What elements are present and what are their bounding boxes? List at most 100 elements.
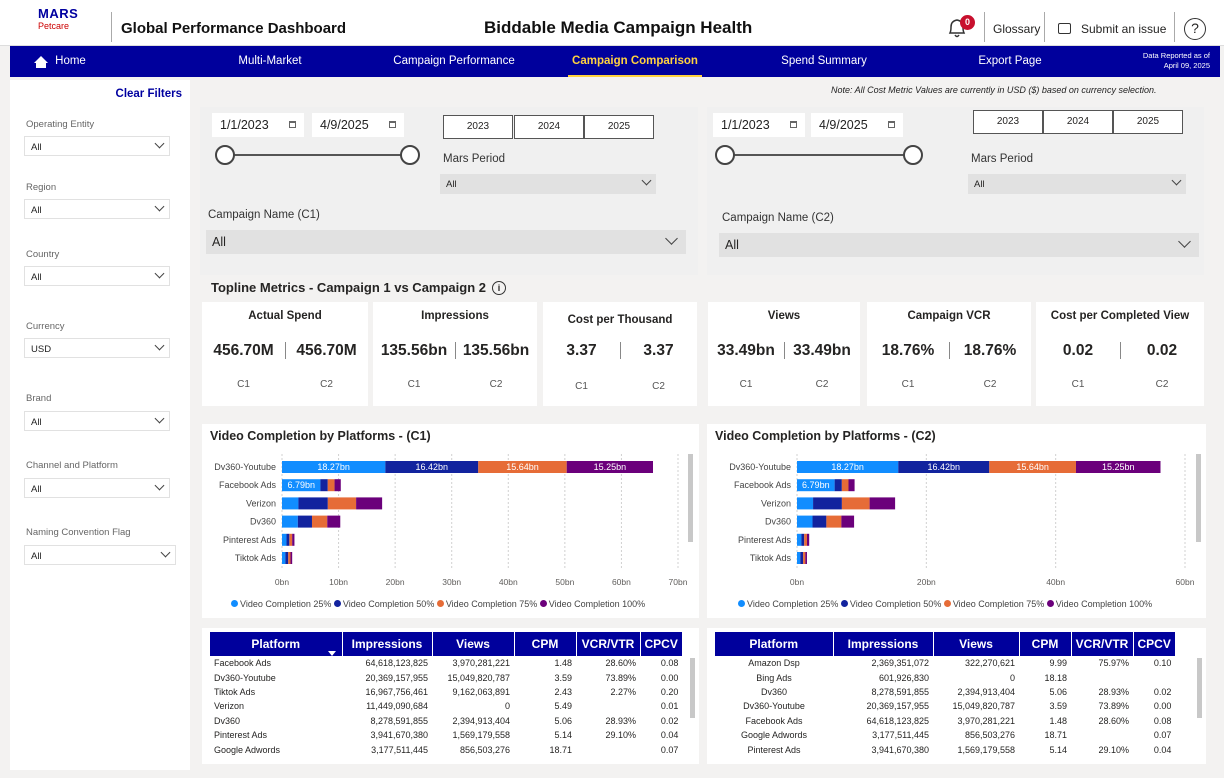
clear-filters-button[interactable]: Clear Filters [116,88,182,100]
campaign-name-label: Campaign Name (C1) [208,209,320,221]
year-2023-button[interactable]: 2023 [973,110,1043,134]
column-header[interactable]: Impressions [342,632,433,656]
date-slider-track[interactable] [725,154,913,156]
column-header[interactable]: Impressions [833,632,934,656]
column-header[interactable]: VCR/VTR [1071,632,1134,656]
table-row[interactable]: Dv360 8,278,591,855 2,394,913,404 5.06 28.93… [210,714,682,728]
table-row[interactable]: Dv360-Youtube 20,369,157,955 15,049,820,78… [210,670,682,684]
chevron-down-icon [1178,235,1191,248]
operating-entity-dropdown[interactable]: All [24,136,170,156]
table-cell: 16,967,756,461 [365,686,428,697]
region-dropdown[interactable]: All [24,199,170,219]
table-row[interactable]: Facebook Ads 64,618,123,825 3,970,281,221 1… [210,656,682,670]
category-label: Dv360-Youtube [729,462,791,472]
table-row[interactable]: Google Adwords 3,177,511,445 856,503,276 18… [715,728,1175,742]
mars-period-dropdown[interactable]: All [440,174,656,194]
legend-label: Video Completion 100% [1055,599,1153,609]
metric-card-cpcv: Cost per Completed View 0.02 0.02 C1 C2 [1036,302,1204,406]
nav-spend-summary[interactable]: Spend Summary [764,46,884,77]
column-header[interactable]: CPM [514,632,577,656]
column-header[interactable]: Platform [715,632,834,656]
nav-campaign-performance[interactable]: Campaign Performance [384,46,524,77]
year-2024-button[interactable]: 2024 [514,115,584,139]
table-row[interactable]: Dv360-Youtube 20,369,157,955 15,049,820,78… [715,699,1175,713]
table-cell: 5.14 [554,730,572,741]
brand-dropdown[interactable]: All [24,411,170,431]
table-row[interactable]: Pinterest Ads 3,941,670,380 1,569,179,558 5… [715,742,1175,756]
date-slider-track[interactable] [225,154,410,156]
table-cell [1071,728,1133,742]
end-date-input[interactable]: 4/9/2025 [312,113,404,137]
column-header[interactable]: CPCV [640,632,683,656]
submit-issue-button[interactable]: Submit an issue [1058,22,1166,36]
glossary-link[interactable]: Glossary [993,22,1040,36]
chart-scrollbar[interactable] [688,454,693,542]
campaign-name-label: Campaign Name (C2) [722,212,834,224]
filter-label: Region [26,182,57,193]
table-cell: 28.93% [605,715,636,726]
country-dropdown[interactable]: All [24,266,170,286]
start-date-input[interactable]: 1/1/2023 [212,113,304,137]
table-cell: 11,449,090,684 [366,701,428,712]
table-cell: 0.00 [660,672,679,683]
campaign1-dropdown[interactable]: All [206,230,686,254]
nav-export-page[interactable]: Export Page [965,46,1055,77]
table-scrollbar[interactable] [1197,658,1202,718]
end-date-input[interactable]: 4/9/2025 [811,113,903,137]
help-icon[interactable]: ? [1184,18,1206,40]
date-slider-start-handle[interactable] [215,145,235,165]
naming-convention-dropdown[interactable]: All [24,545,176,565]
start-date-input[interactable]: 1/1/2023 [713,113,805,137]
nav-home-label: Home [55,55,86,67]
column-header[interactable]: Platform [210,632,343,656]
mars-period-dropdown[interactable]: All [968,174,1186,194]
dropdown-value: All [31,484,42,495]
table-header-row: Platform Impressions Views CPM VCR/VTR CPCV [715,632,1176,656]
bar-segment [806,533,810,546]
x-tick-label: 0bn [790,577,804,587]
chevron-down-icon [1171,175,1182,186]
sort-descending-icon[interactable] [328,651,336,656]
table-cell [576,742,640,756]
year-2025-button[interactable]: 2025 [1113,110,1183,134]
table-row[interactable]: Tiktok Ads 16,967,756,461 9,162,063,891 2.4… [210,685,682,699]
column-header[interactable]: VCR/VTR [576,632,641,656]
chart-scrollbar[interactable] [1196,454,1201,542]
table-row[interactable]: Google Adwords 3,177,511,445 856,503,276 18… [210,742,682,756]
date-slider-end-handle[interactable] [903,145,923,165]
table-row[interactable]: Bing Ads 601,926,830 0 18.18 [715,670,1175,684]
column-header[interactable]: Views [933,632,1020,656]
table-cell: 20,369,157,955 [365,672,428,683]
date-slider-start-handle[interactable] [715,145,735,165]
table-cell: 322,270,621 [964,658,1015,669]
table-row[interactable]: Amazon Dsp 2,369,351,072 322,270,621 9.99 75… [715,656,1175,670]
table-row[interactable]: Dv360 8,278,591,855 2,394,913,404 5.06 28.93… [715,685,1175,699]
legend-label: Video Completion 25% [747,599,839,609]
mars-logo: MARS Petcare [38,7,108,33]
currency-dropdown[interactable]: USD [24,338,170,358]
nav-home[interactable]: Home [30,46,90,77]
table-scrollbar[interactable] [690,658,695,718]
channel-platform-dropdown[interactable]: All [24,478,170,498]
table-row[interactable]: Verizon 11,449,090,684 0 5.49 0.01 [210,699,682,713]
table-row[interactable]: Facebook Ads 64,618,123,825 3,970,281,221 1… [715,714,1175,728]
date-slider-end-handle[interactable] [400,145,420,165]
column-header[interactable]: CPCV [1133,632,1176,656]
year-2024-button[interactable]: 2024 [1043,110,1113,134]
divider [984,12,985,42]
info-icon[interactable]: i [492,281,506,295]
nav-campaign-comparison[interactable]: Campaign Comparison [568,46,702,77]
table-cell: Dv360 [760,686,787,697]
campaign2-dropdown[interactable]: All [719,233,1199,257]
x-tick-label: 60bn [1176,577,1195,587]
bar-segment [797,515,813,528]
year-2025-button[interactable]: 2025 [584,115,654,139]
table-cell: 28.60% [1098,715,1129,726]
column-header[interactable]: CPM [1019,632,1072,656]
table-row[interactable]: Pinterest Ads 3,941,670,380 1,569,179,558 5… [210,728,682,742]
column-header[interactable]: Views [432,632,515,656]
start-date-value: 1/1/2023 [220,118,269,132]
year-2023-button[interactable]: 2023 [443,115,513,139]
currency-note: Note: All Cost Metric Values are current… [831,85,1157,95]
nav-multi-market[interactable]: Multi-Market [220,46,320,77]
